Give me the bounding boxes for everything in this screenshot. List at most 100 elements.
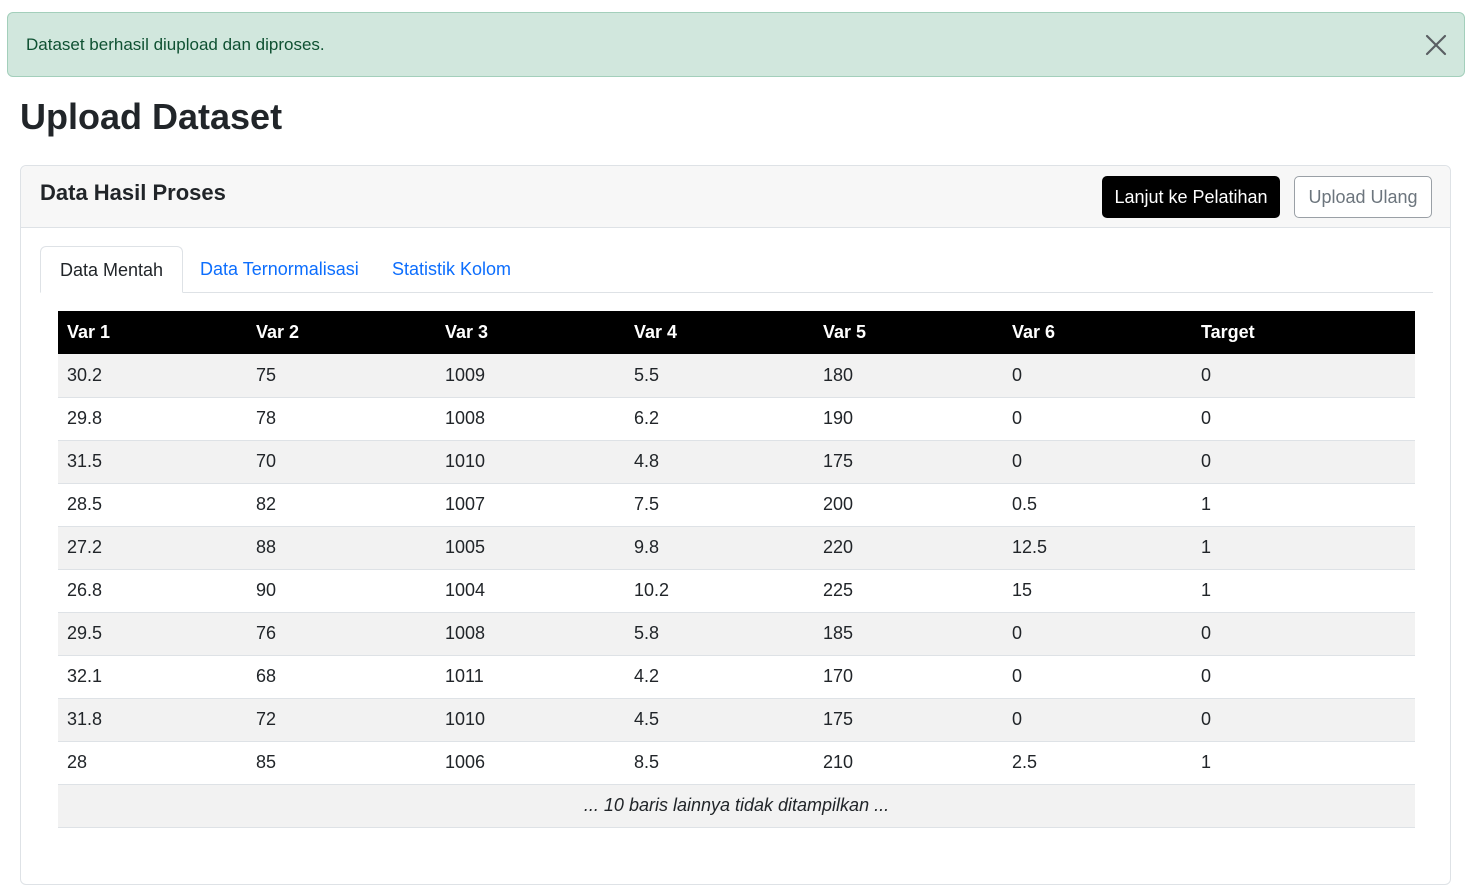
table-cell: 1 <box>1192 741 1415 785</box>
table-cell: 1007 <box>436 483 625 527</box>
table-cell: 1009 <box>436 354 625 398</box>
table-cell: 1011 <box>436 655 625 699</box>
table-cell: 1008 <box>436 397 625 441</box>
alert-close-button[interactable] <box>1424 33 1448 57</box>
table-cell: 1006 <box>436 741 625 785</box>
table-cell: 1005 <box>436 526 625 570</box>
table-row: 28.5 82 1007 7.5 200 0.5 1 <box>58 483 1415 527</box>
table-row: 32.1 68 1011 4.2 170 0 0 <box>58 655 1415 699</box>
table-cell: 85 <box>247 741 436 785</box>
table-cell: 2.5 <box>1003 741 1192 785</box>
table-row: 29.5 76 1008 5.8 185 0 0 <box>58 612 1415 656</box>
raw-data-table: Var 1 Var 2 Var 3 Var 4 Var 5 Var 6 Target 30.… <box>58 311 1415 828</box>
table-cell: 29.8 <box>58 397 247 441</box>
table-cell: 90 <box>247 569 436 613</box>
table-cell: 0 <box>1003 397 1192 441</box>
table-cell: 31.5 <box>58 440 247 484</box>
table-cell: 0 <box>1192 354 1415 398</box>
table-cell: 175 <box>814 440 1003 484</box>
table-cell: 15 <box>1003 569 1192 613</box>
table-cell: 0 <box>1003 612 1192 656</box>
tab-raw-data[interactable]: Data Mentah <box>40 246 184 293</box>
data-tabs: Data Mentah Data Ternormalisasi Statisti… <box>40 246 1433 293</box>
table-row: 30.2 75 1009 5.5 180 0 0 <box>58 354 1415 398</box>
table-cell: 9.8 <box>625 526 814 570</box>
reupload-button[interactable]: Upload Ulang <box>1294 176 1432 218</box>
table-cell: 1008 <box>436 612 625 656</box>
page-title: Upload Dataset <box>20 96 283 137</box>
table-cell: 0 <box>1192 440 1415 484</box>
table-cell: 175 <box>814 698 1003 742</box>
continue-training-button[interactable]: Lanjut ke Pelatihan <box>1102 176 1280 218</box>
column-header: Var 3 <box>436 311 625 354</box>
table-cell: 1 <box>1192 569 1415 613</box>
table-cell: 4.5 <box>625 698 814 742</box>
table-cell: 26.8 <box>58 569 247 613</box>
column-header: Var 1 <box>58 311 247 354</box>
table-row: 29.8 78 1008 6.2 190 0 0 <box>58 397 1415 441</box>
column-header: Target <box>1192 311 1415 354</box>
table-cell: 31.8 <box>58 698 247 742</box>
table-cell: 30.2 <box>58 354 247 398</box>
table-cell: 88 <box>247 526 436 570</box>
table-cell: 5.5 <box>625 354 814 398</box>
column-header: Var 5 <box>814 311 1003 354</box>
table-cell: 5.8 <box>625 612 814 656</box>
table-cell: 82 <box>247 483 436 527</box>
table-row: 31.5 70 1010 4.8 175 0 0 <box>58 440 1415 484</box>
table-cell: 210 <box>814 741 1003 785</box>
table-cell: 76 <box>247 612 436 656</box>
table-cell: 0 <box>1192 698 1415 742</box>
table-cell: 200 <box>814 483 1003 527</box>
table-cell: 1004 <box>436 569 625 613</box>
success-alert: Dataset berhasil diupload dan diproses. <box>7 12 1465 77</box>
table-cell: 78 <box>247 397 436 441</box>
table-cell: 0.5 <box>1003 483 1192 527</box>
table-cell: 8.5 <box>625 741 814 785</box>
table-cell: 1 <box>1192 526 1415 570</box>
close-icon <box>1425 34 1447 56</box>
table-cell: 12.5 <box>1003 526 1192 570</box>
table-cell: 6.2 <box>625 397 814 441</box>
table-cell: 180 <box>814 354 1003 398</box>
alert-message: Dataset berhasil diupload dan diproses. <box>26 34 325 54</box>
table-cell: 0 <box>1003 354 1192 398</box>
table-cell: 170 <box>814 655 1003 699</box>
table-cell: 0 <box>1192 655 1415 699</box>
table-cell: 0 <box>1003 440 1192 484</box>
table-cell: 220 <box>814 526 1003 570</box>
table-row: 31.8 72 1010 4.5 175 0 0 <box>58 698 1415 742</box>
table-cell: 32.1 <box>58 655 247 699</box>
table-cell: 29.5 <box>58 612 247 656</box>
column-header: Var 2 <box>247 311 436 354</box>
table-cell: 1010 <box>436 440 625 484</box>
tab-normalized-data[interactable]: Data Ternormalisasi <box>181 246 378 293</box>
table-cell: 225 <box>814 569 1003 613</box>
table-cell: 28.5 <box>58 483 247 527</box>
card-header: Data Hasil Proses Lanjut ke Pelatihan Up… <box>21 166 1450 228</box>
table-cell: 0 <box>1192 397 1415 441</box>
result-card: Data Hasil Proses Lanjut ke Pelatihan Up… <box>20 165 1451 885</box>
truncated-rows-note-row: ... 10 baris lainnya tidak ditampilkan .… <box>58 784 1415 828</box>
table-cell: 0 <box>1003 698 1192 742</box>
column-header: Var 4 <box>625 311 814 354</box>
table-cell: 28 <box>58 741 247 785</box>
tab-column-statistics[interactable]: Statistik Kolom <box>373 246 530 293</box>
table-header-row: Var 1 Var 2 Var 3 Var 4 Var 5 Var 6 Target <box>58 311 1415 354</box>
table-cell: 1010 <box>436 698 625 742</box>
table-cell: 68 <box>247 655 436 699</box>
table-cell: 75 <box>247 354 436 398</box>
table-cell: 10.2 <box>625 569 814 613</box>
card-title: Data Hasil Proses <box>40 180 226 205</box>
table-cell: 4.2 <box>625 655 814 699</box>
table-row: 26.8 90 1004 10.2 225 15 1 <box>58 569 1415 613</box>
table-cell: 0 <box>1003 655 1192 699</box>
table-row: 28 85 1006 8.5 210 2.5 1 <box>58 741 1415 785</box>
table-cell: 0 <box>1192 612 1415 656</box>
table-cell: 7.5 <box>625 483 814 527</box>
table-cell: 1 <box>1192 483 1415 527</box>
table-cell: 185 <box>814 612 1003 656</box>
table-cell: 27.2 <box>58 526 247 570</box>
table-cell: 190 <box>814 397 1003 441</box>
table-row: 27.2 88 1005 9.8 220 12.5 1 <box>58 526 1415 570</box>
